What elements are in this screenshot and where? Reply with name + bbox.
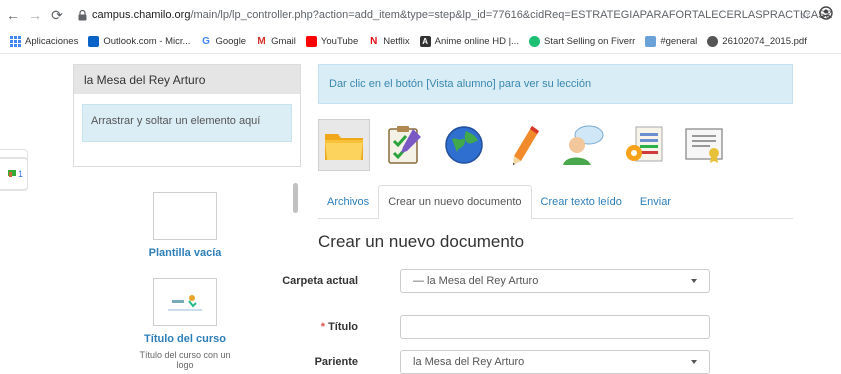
bookmark-label: YouTube <box>320 36 359 47</box>
reload-icon[interactable]: ⟳ <box>48 6 66 24</box>
page-title: Crear un nuevo documento <box>318 232 525 251</box>
tool-survey[interactable] <box>618 119 670 171</box>
bookmark-item[interactable]: M Gmail <box>256 36 296 47</box>
youtube-icon <box>305 36 317 47</box>
bookmark-label: #general <box>660 36 698 47</box>
bookmark-item[interactable]: N Netflix <box>368 36 410 47</box>
netflix-icon: N <box>370 36 378 47</box>
bookmark-label: Outlook.com - Micr... <box>103 36 191 47</box>
fiverr-icon <box>528 36 540 47</box>
web-icon <box>707 36 719 47</box>
drop-zone[interactable]: Arrastrar y soltar un elemento aquí <box>82 104 292 142</box>
tools-toolbar <box>318 115 738 175</box>
parent-select[interactable]: la Mesa del Rey Arturo <box>400 350 710 374</box>
folder-label: Carpeta actual <box>282 275 358 287</box>
google-icon: G <box>202 36 210 47</box>
tool-link[interactable] <box>438 119 490 171</box>
anime-icon: A <box>419 36 431 47</box>
template-description: Título del curso con un logo <box>139 350 231 370</box>
title-label: * Título <box>268 320 358 334</box>
scrollbar[interactable] <box>293 183 298 213</box>
tab-read-text[interactable]: Crear texto leído <box>532 185 631 218</box>
folder-select-value: — la Mesa del Rey Arturo <box>413 275 539 287</box>
bookmark-item[interactable]: A Anime online HD |... <box>419 36 519 47</box>
forward-arrow-icon[interactable]: → <box>26 6 44 24</box>
info-message: Dar clic en el botón [Vista alumno] para… <box>318 64 793 104</box>
template-blank[interactable]: Plantilla vacía <box>130 192 240 259</box>
profile-icon[interactable] <box>819 6 833 23</box>
bookmark-label: Google <box>215 36 247 47</box>
tab-upload[interactable]: Enviar <box>631 185 680 218</box>
url-host: campus.chamilo.org <box>92 9 191 21</box>
bookmark-label: Gmail <box>271 36 296 47</box>
url-path: /main/lp/lp_controller.php?action=add_it… <box>190 9 832 21</box>
bookmark-label: Netflix <box>383 36 410 47</box>
learning-path-title: la Mesa del Rey Arturo <box>74 65 300 94</box>
tool-certificate[interactable] <box>678 119 730 171</box>
rail-group-count: 1 <box>18 169 24 179</box>
template-name[interactable]: Plantilla vacía <box>130 247 240 259</box>
forum-icon <box>563 125 604 165</box>
rail-group[interactable]: 1 <box>0 158 28 190</box>
bookmark-item[interactable]: Start Selling on Fiverr <box>528 36 636 47</box>
slack-icon <box>645 36 657 47</box>
gmail-icon: M <box>257 36 266 47</box>
title-input[interactable] <box>400 315 710 339</box>
tool-exercise[interactable] <box>378 119 430 171</box>
link-globe-icon <box>445 126 483 164</box>
title-label-text: Título <box>328 321 358 333</box>
assignment-pen-icon <box>513 126 539 165</box>
template-name[interactable]: Título del curso <box>130 333 240 345</box>
chevron-down-icon <box>691 279 697 283</box>
chevron-down-icon <box>691 360 697 364</box>
address-bar-row: ← → ⟳ campus.chamilo.org/main/lp/lp_cont… <box>0 0 841 30</box>
parent-select-value: la Mesa del Rey Arturo <box>413 356 525 368</box>
exercise-icon <box>388 126 421 164</box>
back-arrow-icon[interactable]: ← <box>4 6 22 24</box>
outlook-icon <box>88 36 100 47</box>
folder-icon <box>325 134 363 160</box>
certificate-icon <box>685 128 723 163</box>
tab-files[interactable]: Archivos <box>318 185 378 218</box>
tool-forum[interactable] <box>558 119 610 171</box>
bookmark-label: Start Selling on Fiverr <box>543 36 636 47</box>
bookmark-label: Aplicaciones <box>25 36 79 47</box>
bookmark-label: 26102074_2015.pdf <box>722 36 807 47</box>
tab-new-document[interactable]: Crear un nuevo documento <box>378 185 532 219</box>
url-field[interactable]: campus.chamilo.org/main/lp/lp_controller… <box>92 9 832 21</box>
bookmark-item[interactable]: G Google <box>200 36 246 47</box>
lock-icon[interactable] <box>76 9 88 21</box>
logo-thumb-icon <box>168 295 202 311</box>
bookmark-item[interactable]: 26102074_2015.pdf <box>707 36 807 47</box>
bookmark-item[interactable]: YouTube <box>305 36 359 47</box>
document-tabs: Archivos Crear un nuevo documento Crear … <box>318 185 793 219</box>
template-blank-thumbnail <box>153 192 217 240</box>
apps-icon <box>10 36 21 47</box>
bookmark-label: Anime online HD |... <box>434 36 519 47</box>
bookmark-item[interactable]: Outlook.com - Micr... <box>88 36 190 47</box>
bookmark-item[interactable]: Aplicaciones <box>10 36 78 47</box>
bookmark-star-icon[interactable]: ☆ <box>799 7 811 23</box>
template-course-title-thumbnail <box>153 278 217 326</box>
required-marker: * <box>320 321 325 333</box>
folder-select[interactable]: — la Mesa del Rey Arturo <box>400 269 710 293</box>
bookmarks-bar: Aplicaciones Outlook.com - Micr... G Google… <box>0 30 841 54</box>
tool-assignment[interactable] <box>498 119 550 171</box>
learning-path-panel: la Mesa del Rey Arturo Arrastrar y solta… <box>73 64 301 167</box>
group-icon <box>8 169 16 180</box>
survey-icon <box>626 126 663 162</box>
bookmark-item[interactable]: #general <box>645 36 697 47</box>
template-course-title[interactable]: Título del curso Título del curso con un… <box>130 278 240 370</box>
tool-documents[interactable] <box>318 119 370 171</box>
